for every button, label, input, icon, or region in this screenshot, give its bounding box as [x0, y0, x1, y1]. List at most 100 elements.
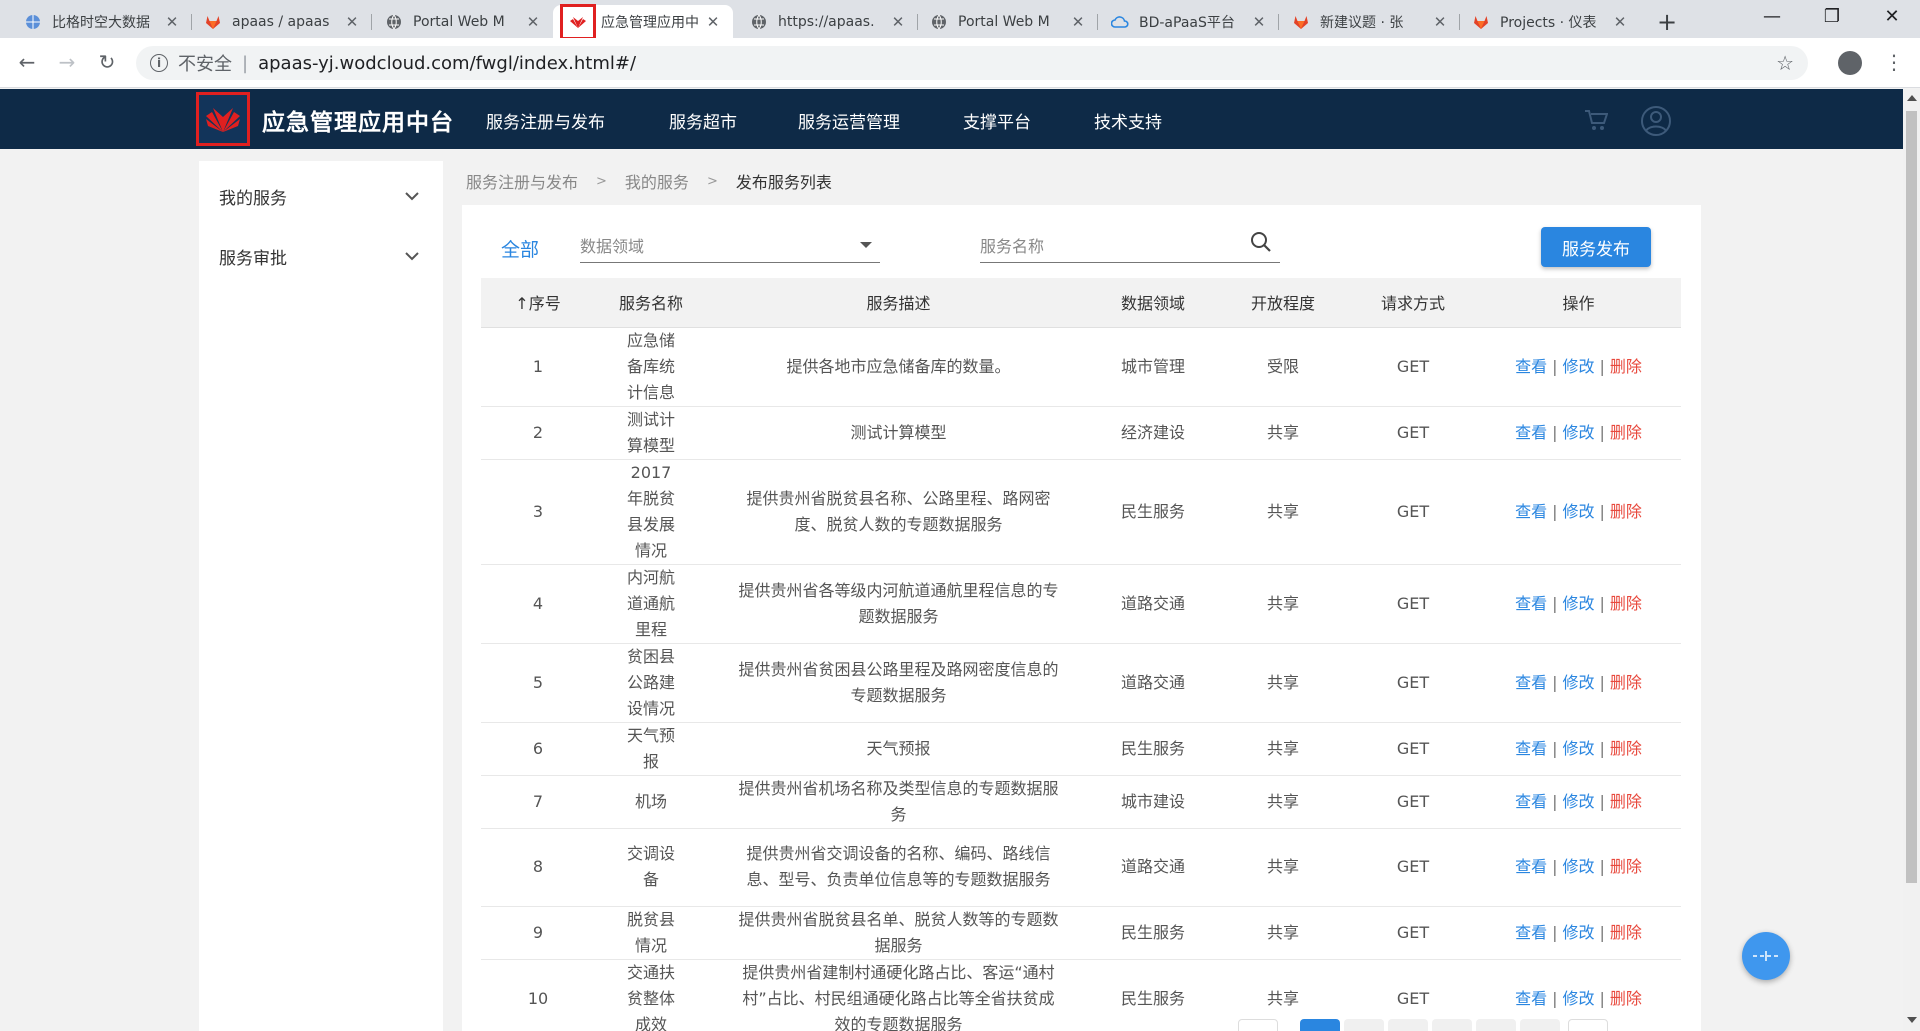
browser-menu-icon[interactable]: ⋮ — [1884, 50, 1904, 74]
cart-icon[interactable] — [1584, 109, 1609, 135]
delete-link[interactable]: 删除 — [1610, 923, 1642, 942]
page-button[interactable]: 3 — [1388, 1019, 1428, 1031]
view-link[interactable]: 查看 — [1515, 423, 1547, 442]
delete-link[interactable]: 删除 — [1610, 502, 1642, 521]
edit-link[interactable]: 修改 — [1562, 792, 1594, 811]
breadcrumb-current: 发布服务列表 — [735, 173, 832, 192]
action-divider: | — [1552, 501, 1558, 521]
edit-link[interactable]: 修改 — [1562, 857, 1594, 876]
window-close-icon[interactable]: ✕ — [1872, 6, 1912, 27]
browser-tab[interactable]: Portal Web M ✕ — [373, 5, 553, 38]
filter-all-link[interactable]: 全部 — [501, 235, 539, 262]
close-tab-icon[interactable]: ✕ — [164, 13, 180, 31]
browser-tab[interactable]: 新建议题 · 张 ✕ — [1280, 5, 1460, 38]
browser-tab-active[interactable]: 应急管理应用中 ✕ — [553, 3, 733, 40]
close-tab-icon[interactable]: ✕ — [1070, 13, 1086, 31]
delete-link[interactable]: 删除 — [1610, 792, 1642, 811]
edit-link[interactable]: 修改 — [1562, 673, 1594, 692]
huawei-logo-icon[interactable] — [196, 92, 250, 146]
url-text[interactable]: apaas-yj.wodcloud.com/fwgl/index.html#/ — [258, 53, 636, 74]
close-tab-icon[interactable]: ✕ — [890, 13, 906, 31]
view-link[interactable]: 查看 — [1515, 739, 1547, 758]
close-tab-icon[interactable]: ✕ — [1432, 13, 1448, 31]
breadcrumb-item[interactable]: 服务注册与发布 — [466, 169, 578, 193]
browser-tab[interactable]: BD-aPaaS平台 ✕ — [1099, 5, 1279, 38]
bookmark-star-icon[interactable]: ☆ — [1776, 51, 1794, 75]
search-icon[interactable] — [1250, 231, 1272, 257]
view-link[interactable]: 查看 — [1515, 792, 1547, 811]
new-tab-button[interactable]: + — [1654, 8, 1680, 36]
edit-link[interactable]: 修改 — [1562, 357, 1594, 376]
service-name-search-input[interactable]: 服务名称 — [980, 231, 1280, 263]
user-icon[interactable] — [1640, 105, 1672, 141]
prev-page-button[interactable]: < — [1238, 1019, 1278, 1031]
cell-openness: 共享 — [1216, 459, 1350, 565]
sidebar-item-service-approval[interactable]: 服务审批 — [219, 241, 419, 271]
breadcrumb-item[interactable]: 我的服务 — [625, 169, 689, 193]
data-domain-select[interactable]: 数据领域 — [580, 231, 880, 263]
delete-link[interactable]: 删除 — [1610, 989, 1642, 1008]
delete-link[interactable]: 删除 — [1610, 423, 1642, 442]
nav-service-market[interactable]: 服务超市 — [669, 108, 737, 133]
cell-service-name: 交调设备 — [595, 828, 707, 907]
scrollbar-thumb[interactable] — [1906, 111, 1917, 883]
browser-tab[interactable]: Portal Web M ✕ — [918, 5, 1098, 38]
next-page-button[interactable]: > — [1568, 1019, 1608, 1031]
delete-link[interactable]: 删除 — [1610, 857, 1642, 876]
page-scrollbar[interactable] — [1903, 89, 1920, 1031]
view-link[interactable]: 查看 — [1515, 857, 1547, 876]
edit-link[interactable]: 修改 — [1562, 739, 1594, 758]
page-button[interactable]: 6 — [1520, 1019, 1560, 1031]
publish-service-button[interactable]: 服务发布 — [1541, 227, 1651, 267]
table-row: 7 机场 提供贵州省机场名称及类型信息的专题数据服务 城市建设 共享 GET 查看 | 修改 | 删… — [481, 775, 1681, 829]
scroll-down-icon[interactable] — [1907, 1017, 1917, 1023]
view-link[interactable]: 查看 — [1515, 673, 1547, 692]
page-button[interactable]: 1 — [1300, 1019, 1340, 1031]
delete-link[interactable]: 删除 — [1610, 739, 1642, 758]
nav-service-registration[interactable]: 服务注册与发布 — [486, 108, 605, 133]
close-tab-icon[interactable]: ✕ — [344, 13, 360, 31]
edit-link[interactable]: 修改 — [1562, 502, 1594, 521]
view-link[interactable]: 查看 — [1515, 989, 1547, 1008]
nav-tech-support[interactable]: 技术支持 — [1094, 108, 1162, 133]
sidebar-item-my-services[interactable]: 我的服务 — [219, 181, 419, 211]
globe-icon — [385, 13, 403, 31]
maximize-icon[interactable]: ❐ — [1812, 6, 1852, 27]
view-link[interactable]: 查看 — [1515, 923, 1547, 942]
edit-link[interactable]: 修改 — [1562, 989, 1594, 1008]
address-bar[interactable]: i 不安全 | apaas-yj.wodcloud.com/fwgl/index… — [136, 46, 1808, 80]
column-header-index[interactable]: ↑序号 — [481, 278, 595, 328]
browser-tab[interactable]: apaas / apaas ✕ — [192, 5, 372, 38]
close-tab-icon[interactable]: ✕ — [525, 13, 541, 31]
forward-arrow-icon[interactable]: → — [54, 50, 80, 74]
page-button[interactable]: 2 — [1344, 1019, 1384, 1031]
view-link[interactable]: 查看 — [1515, 594, 1547, 613]
profile-avatar-icon[interactable] — [1838, 51, 1862, 75]
nav-service-operations[interactable]: 服务运营管理 — [798, 108, 900, 133]
back-arrow-icon[interactable]: ← — [14, 50, 40, 74]
close-tab-icon[interactable]: ✕ — [1251, 13, 1267, 31]
edit-link[interactable]: 修改 — [1562, 594, 1594, 613]
scroll-up-icon[interactable] — [1907, 95, 1917, 101]
delete-link[interactable]: 删除 — [1610, 673, 1642, 692]
reload-icon[interactable]: ↻ — [94, 50, 120, 74]
close-tab-icon[interactable]: ✕ — [1612, 13, 1628, 31]
info-icon[interactable]: i — [150, 54, 168, 72]
close-tab-icon[interactable]: ✕ — [705, 13, 721, 31]
edit-link[interactable]: 修改 — [1562, 923, 1594, 942]
nav-support-platform[interactable]: 支撑平台 — [963, 108, 1031, 133]
floating-help-button[interactable] — [1742, 932, 1790, 980]
page-button[interactable]: 5 — [1476, 1019, 1516, 1031]
edit-link[interactable]: 修改 — [1562, 423, 1594, 442]
view-link[interactable]: 查看 — [1515, 357, 1547, 376]
view-link[interactable]: 查看 — [1515, 502, 1547, 521]
delete-link[interactable]: 删除 — [1610, 357, 1642, 376]
page-button[interactable]: 4 — [1432, 1019, 1472, 1031]
cell-data-domain: 民生服务 — [1090, 959, 1216, 1031]
browser-tab[interactable]: Projects · 仪表 ✕ — [1460, 5, 1640, 38]
minimize-icon[interactable]: — — [1752, 6, 1792, 27]
browser-tab[interactable]: https://apaas. ✕ — [738, 5, 918, 38]
browser-tab[interactable]: 比格时空大数据 ✕ — [12, 5, 192, 38]
tab-title: BD-aPaaS平台 — [1139, 14, 1235, 31]
delete-link[interactable]: 删除 — [1610, 594, 1642, 613]
